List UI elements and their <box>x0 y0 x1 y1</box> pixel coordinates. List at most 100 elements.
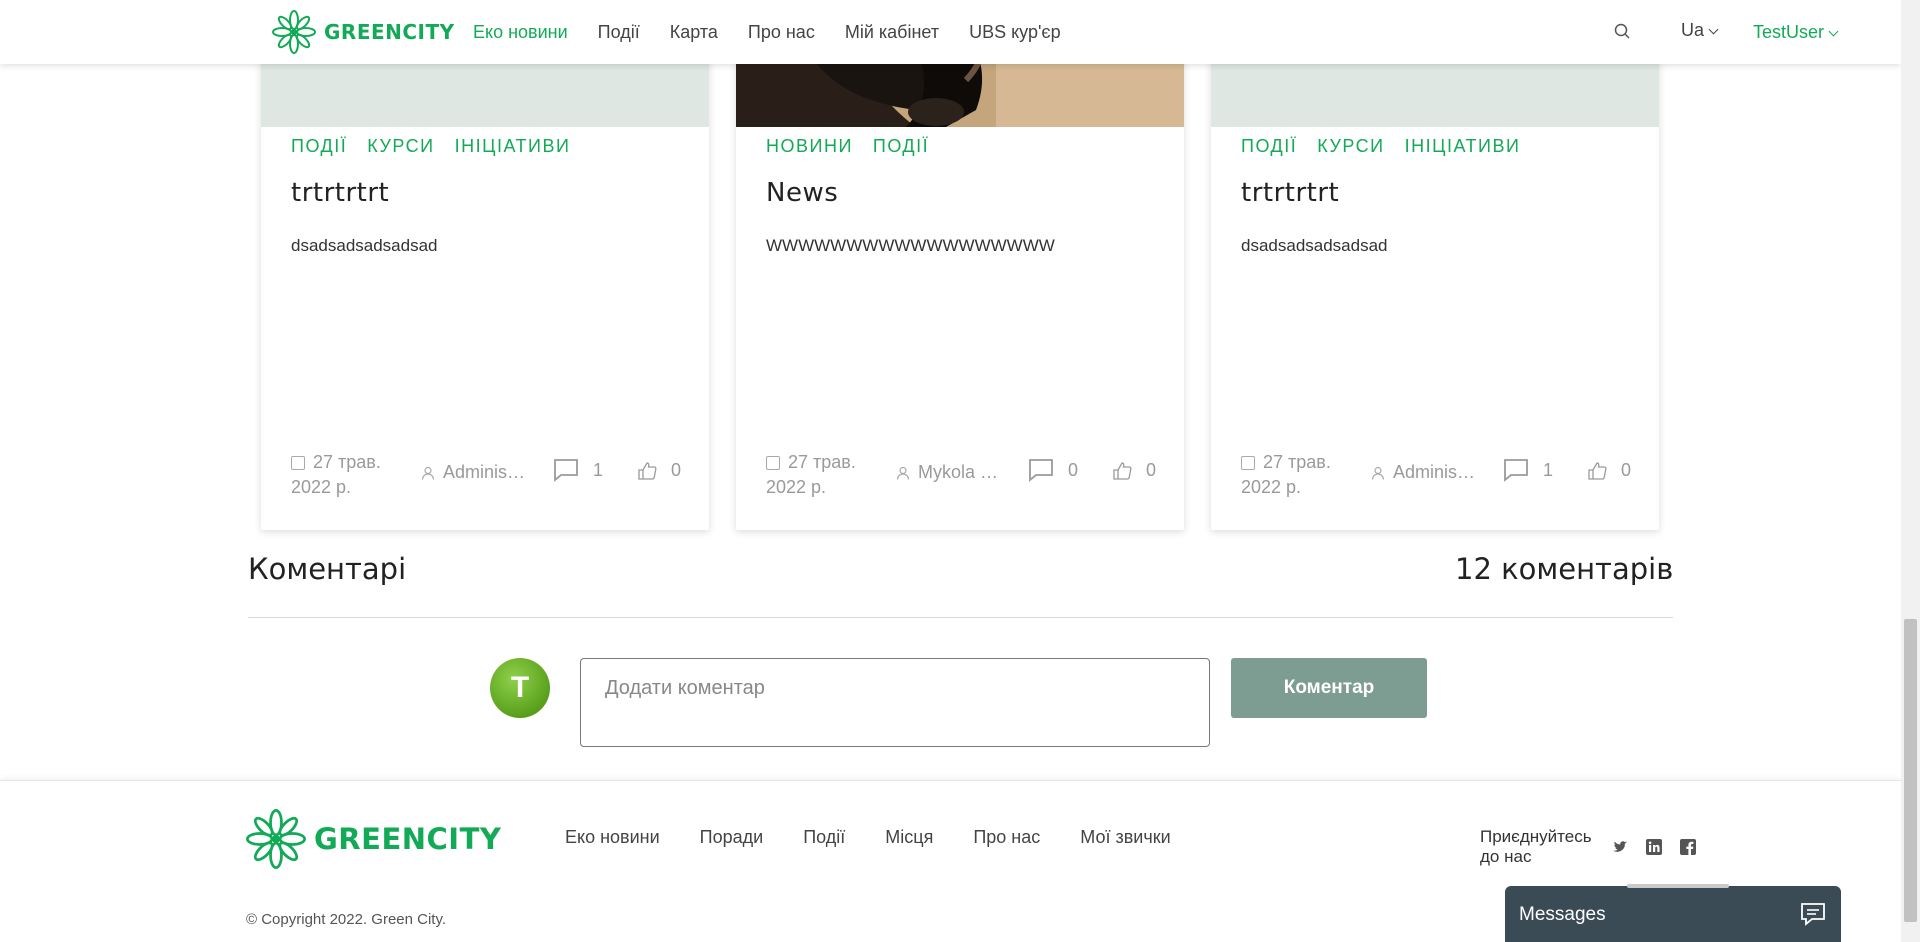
user-icon <box>421 467 435 480</box>
footer-logo-text: GREENCITY <box>314 822 502 856</box>
footer-nav-eco-news[interactable]: Еко новини <box>565 827 660 848</box>
header-logo[interactable]: GREENCITY <box>272 10 455 54</box>
comment-placeholder: Додати коментар <box>605 677 765 699</box>
thumbs-up-icon <box>638 461 657 480</box>
comment-input[interactable]: Додати коментар <box>580 658 1210 747</box>
social-links <box>1612 839 1696 855</box>
tag[interactable]: ПОДІЇ <box>1241 136 1297 157</box>
footer-nav: Еко новини Поради Події Місця Про нас Мо… <box>565 827 1171 848</box>
likes-count: 0 <box>671 460 682 480</box>
card-date: 27 трав. 2022 р. <box>1241 450 1341 500</box>
card-meta: 27 трав. 2022 р. Adminis… 1 0 <box>291 446 681 502</box>
search-icon[interactable] <box>1613 22 1633 42</box>
copyright: © Copyright 2022. Green City. <box>246 911 447 928</box>
twitter-icon[interactable] <box>1612 839 1628 855</box>
scrollbar-thumb[interactable] <box>1904 619 1917 922</box>
tag[interactable]: КУРСИ <box>367 136 434 157</box>
comments-count: 1 <box>593 459 604 480</box>
language-label: Ua <box>1681 20 1705 40</box>
comment-icon <box>554 459 578 482</box>
footer-nav-places[interactable]: Місця <box>885 827 933 848</box>
card-title[interactable]: News <box>766 178 838 208</box>
nav-map[interactable]: Карта <box>670 22 718 43</box>
nav-eco-news[interactable]: Еко новини <box>473 22 568 43</box>
footer-nav-tips[interactable]: Поради <box>700 827 764 848</box>
card-date: 27 трав. 2022 р. <box>766 450 866 500</box>
avatar-letter: T <box>510 671 530 704</box>
logo-text: GREENCITY <box>324 20 455 44</box>
join-us-text: Приєднуйтесь до нас <box>1480 827 1592 866</box>
card-title[interactable]: trtrtrtrt <box>1241 178 1339 208</box>
tag[interactable]: ІНІЦІАТИВИ <box>1405 136 1521 157</box>
nav-events[interactable]: Події <box>598 22 640 43</box>
facebook-icon[interactable] <box>1680 839 1696 855</box>
chat-icon <box>1801 903 1825 926</box>
card-comments[interactable]: 0 <box>1028 458 1078 482</box>
card-author: Adminis… <box>1371 462 1481 483</box>
user-icon <box>896 467 910 480</box>
card-comments[interactable]: 1 <box>1503 458 1553 482</box>
tag[interactable]: КУРСИ <box>1317 136 1384 157</box>
tag[interactable]: ІНІЦІАТИВИ <box>455 136 571 157</box>
author-text: Mykola … <box>918 462 999 482</box>
divider <box>248 617 1673 618</box>
messages-widget[interactable]: Messages <box>1505 886 1841 942</box>
linkedin-icon[interactable] <box>1646 839 1662 855</box>
card-title[interactable]: trtrtrtrt <box>291 178 389 208</box>
avatar: T <box>490 658 550 718</box>
user-menu[interactable]: TestUser <box>1753 22 1839 43</box>
card-tags: ПОДІЇ КУРСИ ІНІЦІАТИВИ <box>291 136 570 157</box>
greencity-flower-icon <box>272 10 316 54</box>
likes-count: 0 <box>1621 460 1632 480</box>
tag[interactable]: ПОДІЇ <box>291 136 347 157</box>
calendar-icon <box>766 456 780 471</box>
news-card[interactable]: ПОДІЇ КУРСИ ІНІЦІАТИВИ trtrtrtrt dsadsad… <box>261 0 709 530</box>
card-likes[interactable]: 0 <box>637 460 681 481</box>
footer-nav-events[interactable]: Події <box>803 827 845 848</box>
messages-handle[interactable] <box>1627 884 1729 888</box>
author-text: Adminis… <box>1393 462 1476 482</box>
comment-submit-button[interactable]: Коментар <box>1231 658 1427 718</box>
messages-label: Messages <box>1519 904 1606 925</box>
thumbs-up-icon <box>1113 461 1132 480</box>
author-text: Adminis… <box>443 462 526 482</box>
news-card[interactable]: НОВИНИ ПОДІЇ News WWWWWWWWWWWWWWWWWW 27 … <box>736 0 1184 530</box>
top-header: GREENCITY Еко новини Події Карта Про нас… <box>0 0 1901 64</box>
nav-cabinet[interactable]: Мій кабінет <box>845 22 939 43</box>
tag[interactable]: НОВИНИ <box>766 136 853 157</box>
card-likes[interactable]: 0 <box>1587 460 1631 481</box>
footer-nav-about[interactable]: Про нас <box>973 827 1040 848</box>
tag[interactable]: ПОДІЇ <box>873 136 929 157</box>
card-text: WWWWWWWWWWWWWWWWWW <box>766 236 1055 255</box>
card-comments[interactable]: 1 <box>553 458 603 482</box>
calendar-icon <box>1241 456 1255 471</box>
nav-about[interactable]: Про нас <box>748 22 815 43</box>
card-tags: ПОДІЇ КУРСИ ІНІЦІАТИВИ <box>1241 136 1520 157</box>
card-meta: 27 трав. 2022 р. Mykola … 0 0 <box>766 446 1156 502</box>
card-date: 27 трав. 2022 р. <box>291 450 391 500</box>
comment-icon <box>1029 459 1053 482</box>
card-meta: 27 трав. 2022 р. Adminis… 1 0 <box>1241 446 1631 502</box>
calendar-icon <box>291 456 305 471</box>
page-scrollbar[interactable] <box>1901 0 1920 942</box>
comment-icon <box>1504 459 1528 482</box>
card-author: Adminis… <box>421 462 531 483</box>
news-card[interactable]: ПОДІЇ КУРСИ ІНІЦІАТИВИ trtrtrtrt dsadsad… <box>1211 0 1659 530</box>
card-author: Mykola … <box>896 462 1006 483</box>
language-switcher[interactable]: Ua <box>1681 20 1719 41</box>
card-text: dsadsadsadsadsad <box>291 236 438 255</box>
comments-count: 0 <box>1068 459 1079 480</box>
footer-nav-habits[interactable]: Мої звички <box>1080 827 1170 848</box>
main-nav: Еко новини Події Карта Про нас Мій кабін… <box>473 0 1061 64</box>
likes-count: 0 <box>1146 460 1157 480</box>
card-likes[interactable]: 0 <box>1112 460 1156 481</box>
user-icon <box>1371 467 1385 480</box>
card-text: dsadsadsadsadsad <box>1241 236 1388 255</box>
greencity-flower-icon <box>246 809 306 869</box>
footer-logo[interactable]: GREENCITY <box>246 809 501 869</box>
comments-count: 1 <box>1543 459 1554 480</box>
comments-total: 12 коментарів <box>1455 552 1674 586</box>
chevron-down-icon <box>1828 26 1839 37</box>
card-tags: НОВИНИ ПОДІЇ <box>766 136 929 157</box>
nav-ubs-courier[interactable]: UBS кур'єр <box>969 22 1061 43</box>
